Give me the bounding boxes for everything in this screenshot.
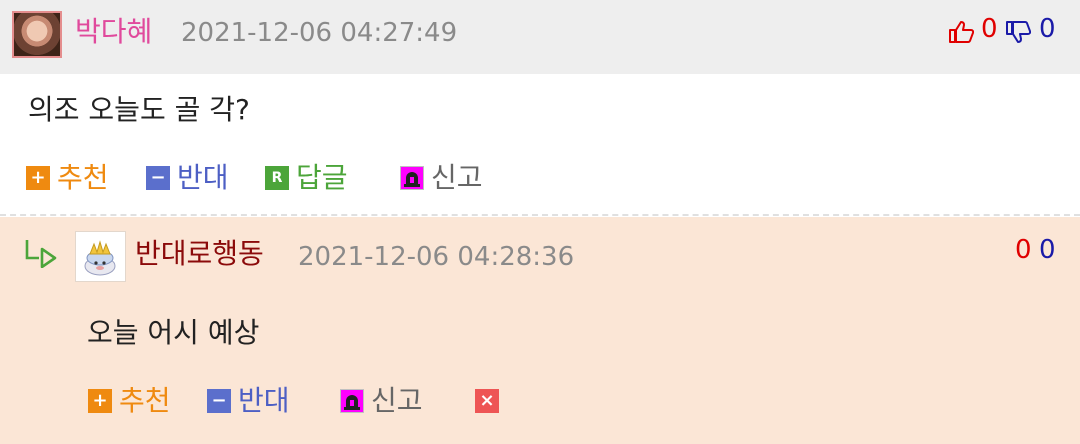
reply-timestamp: 2021-12-06 04:28:36 (298, 242, 575, 272)
recommend-button[interactable]: + 추천 (88, 383, 171, 419)
plus-icon: + (88, 389, 112, 413)
minus-icon: − (146, 166, 170, 190)
oppose-label: 반대 (177, 161, 229, 194)
thumbs-up-icon[interactable] (948, 20, 974, 44)
siren-icon (400, 166, 424, 190)
comment-timestamp: 2021-12-06 04:27:49 (181, 18, 458, 48)
siren-icon (340, 389, 364, 413)
report-button[interactable]: 신고 (400, 160, 483, 196)
avatar[interactable] (12, 11, 62, 58)
downvote-count: 0 (1039, 14, 1056, 44)
divider (0, 214, 1080, 216)
report-label: 신고 (371, 384, 423, 417)
recommend-label: 추천 (119, 384, 171, 417)
comment-author[interactable]: 박다혜 (75, 14, 152, 50)
recommend-label: 추천 (57, 161, 109, 194)
reply-button[interactable]: R 답글 (265, 160, 348, 196)
oppose-button[interactable]: − 반대 (207, 383, 290, 419)
reply-body: 오늘 어시 예상 (87, 316, 260, 349)
avatar-character-icon (84, 240, 116, 276)
reply-author[interactable]: 반대로행동 (135, 236, 264, 272)
avatar[interactable] (75, 231, 126, 282)
delete-button[interactable]: × (475, 389, 499, 413)
downvote-count: 0 (1039, 235, 1056, 265)
close-icon: × (475, 389, 499, 413)
oppose-label: 반대 (238, 384, 290, 417)
reply-label: 답글 (296, 161, 348, 194)
thumbs-down-icon[interactable] (1005, 20, 1031, 44)
report-label: 신고 (431, 161, 483, 194)
oppose-button[interactable]: − 반대 (146, 160, 229, 196)
comment-header (0, 0, 1080, 74)
minus-icon: − (207, 389, 231, 413)
reply-arrow-icon (25, 240, 57, 268)
plus-icon: + (26, 166, 50, 190)
report-button[interactable]: 신고 (340, 383, 423, 419)
recommend-button[interactable]: + 추천 (26, 160, 109, 196)
reply-icon: R (265, 166, 289, 190)
upvote-count: 0 (981, 14, 998, 44)
upvote-count: 0 (1015, 235, 1032, 265)
comment-body: 의조 오늘도 골 각? (28, 93, 250, 126)
